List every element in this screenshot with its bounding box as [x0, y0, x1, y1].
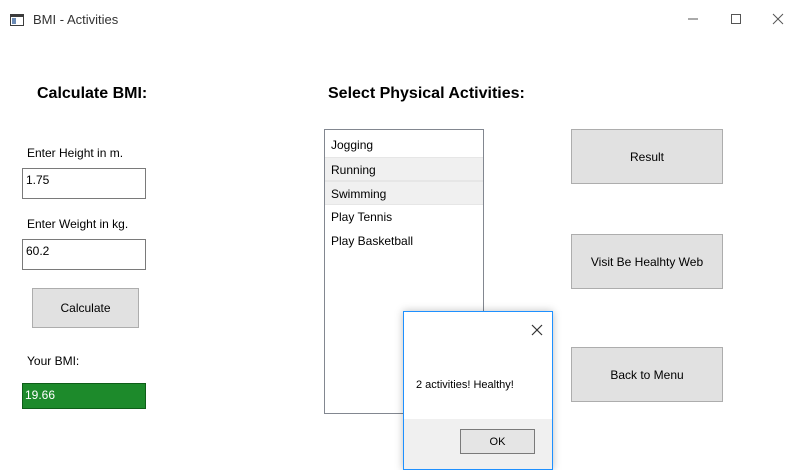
- title-bar: BMI - Activities: [0, 0, 794, 44]
- visit-website-button[interactable]: Visit Be Healhty Web: [571, 234, 723, 289]
- minimize-button[interactable]: [680, 6, 706, 32]
- calculate-bmi-heading: Calculate BMI:: [37, 85, 148, 102]
- weight-input[interactable]: 60.2: [22, 239, 146, 270]
- result-button[interactable]: Result: [571, 129, 723, 184]
- app-icon: [10, 14, 24, 26]
- bmi-result-label: Your BMI:: [27, 354, 80, 368]
- list-item-play-basketball[interactable]: Play Basketball: [325, 229, 483, 253]
- bmi-result-value: 19.66: [22, 383, 146, 409]
- dialog-footer: OK: [404, 419, 552, 469]
- minimize-icon: [688, 18, 698, 20]
- dialog-close-button[interactable]: [528, 321, 546, 339]
- weight-label: Enter Weight in kg.: [27, 217, 129, 231]
- calculate-button[interactable]: Calculate: [32, 288, 139, 328]
- close-icon: [772, 13, 784, 25]
- dialog-message: 2 activities! Healthy!: [416, 379, 514, 391]
- close-window-button[interactable]: [765, 6, 791, 32]
- close-icon: [531, 324, 543, 336]
- ok-button[interactable]: OK: [460, 429, 535, 454]
- list-item-running[interactable]: Running: [325, 157, 483, 181]
- height-input[interactable]: 1.75: [22, 168, 146, 199]
- maximize-icon: [731, 14, 741, 24]
- list-item-jogging[interactable]: Jogging: [325, 133, 483, 157]
- activities-heading: Select Physical Activities:: [328, 85, 525, 102]
- height-label: Enter Height in m.: [27, 146, 124, 160]
- list-item-swimming[interactable]: Swimming: [325, 181, 483, 205]
- list-item-play-tennis[interactable]: Play Tennis: [325, 205, 483, 229]
- message-dialog: 2 activities! Healthy! OK: [403, 311, 553, 470]
- back-to-menu-button[interactable]: Back to Menu: [571, 347, 723, 402]
- window-title: BMI - Activities: [33, 12, 119, 27]
- maximize-button[interactable]: [723, 6, 749, 32]
